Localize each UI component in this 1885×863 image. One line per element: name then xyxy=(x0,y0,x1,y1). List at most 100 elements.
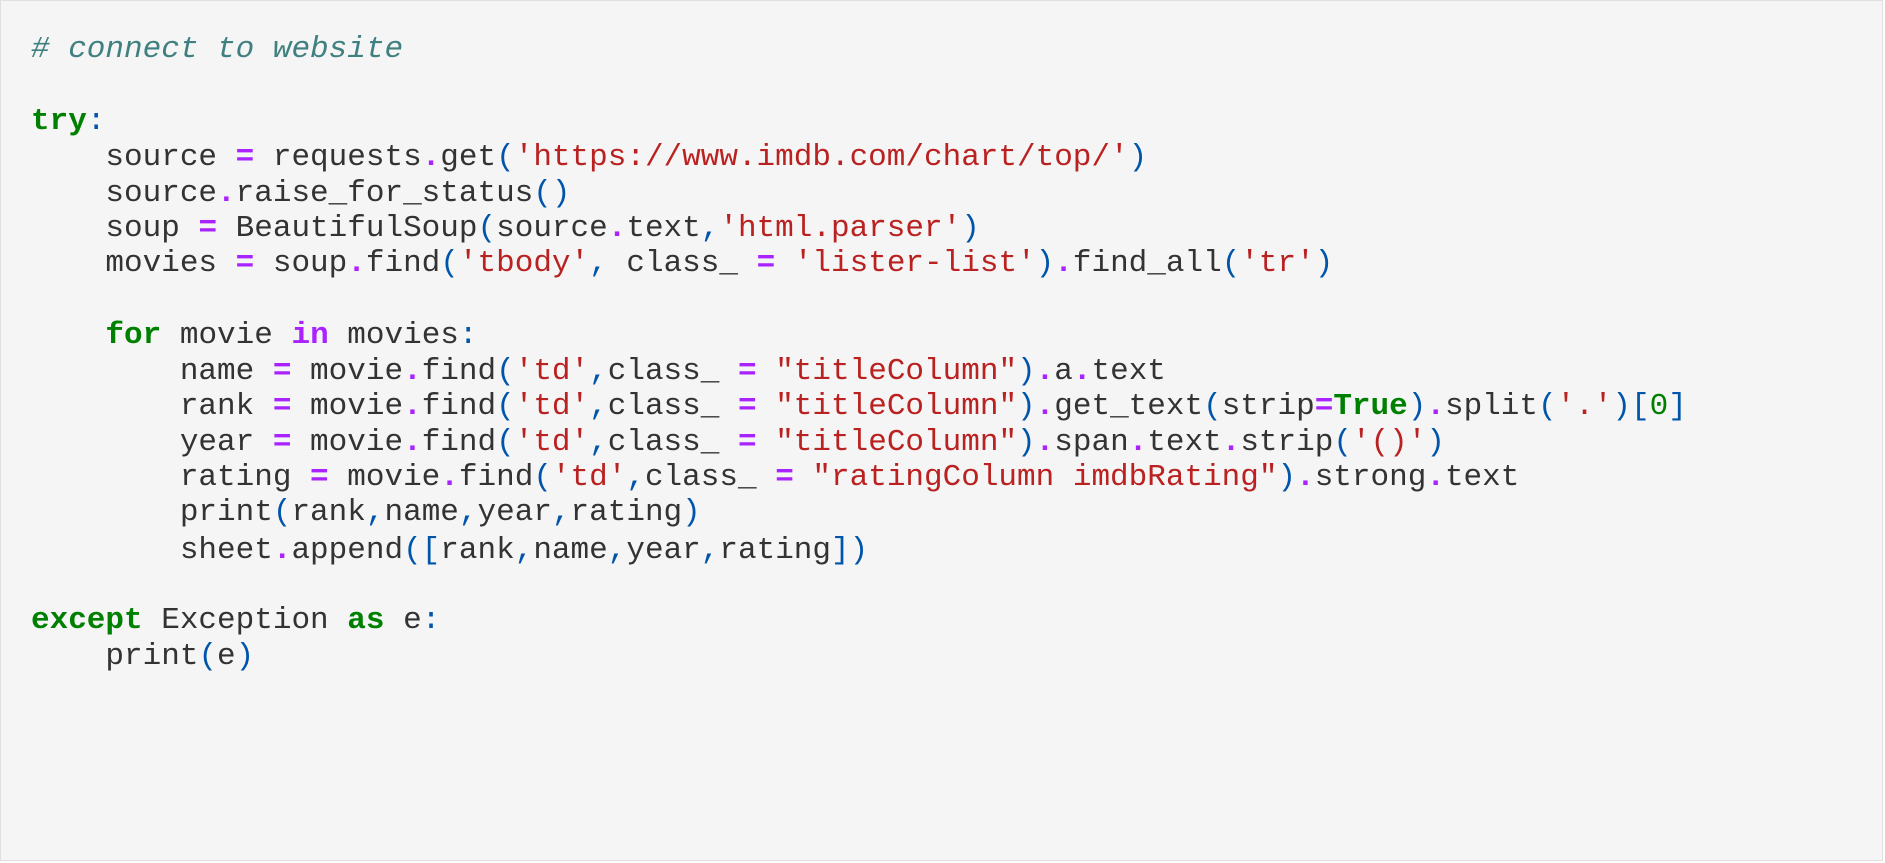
operator-token: . xyxy=(421,140,441,175)
identifier-token: rank xyxy=(291,495,366,530)
identifier-token: source xyxy=(31,140,236,175)
punctuation-token: ([ xyxy=(403,533,441,568)
identifier-token: rating xyxy=(570,495,683,530)
identifier-token: a xyxy=(1054,354,1073,389)
identifier-token: strip xyxy=(1240,425,1334,460)
identifier-token: strip xyxy=(1221,389,1315,424)
identifier-token: class_ xyxy=(644,460,776,495)
punctuation-token: , xyxy=(607,533,627,568)
operator-token: = xyxy=(310,460,329,495)
string-token: 'td' xyxy=(514,354,590,389)
keyword-token: as xyxy=(347,603,385,638)
code-line: movies = soup.find('tbody', class_ = 'li… xyxy=(31,243,1333,285)
string-token: 'tr' xyxy=(1240,246,1315,281)
identifier-token xyxy=(757,354,776,389)
punctuation-token: ( xyxy=(272,495,292,530)
punctuation-token: ) xyxy=(1017,354,1036,389)
punctuation-token: : xyxy=(421,603,441,638)
string-token: "titleColumn" xyxy=(775,354,1018,389)
string-token: 'lister-list' xyxy=(793,246,1036,281)
operator-token: = xyxy=(737,425,757,460)
identifier-token: name xyxy=(533,533,608,568)
operator-token: . xyxy=(1035,425,1055,460)
punctuation-token: ( xyxy=(477,211,497,246)
punctuation-token: , xyxy=(700,533,720,568)
identifier-token: class_ xyxy=(607,425,738,460)
punctuation-token: ) xyxy=(1426,425,1445,460)
punctuation-token: , xyxy=(589,425,608,460)
identifier-token: find xyxy=(421,425,497,460)
identifier-token: class_ xyxy=(626,246,757,281)
operator-token: . xyxy=(440,460,459,495)
operator-token: . xyxy=(1054,246,1073,281)
string-token: "titleColumn" xyxy=(775,425,1018,460)
identifier-token: raise_for_status xyxy=(235,176,534,211)
identifier-token: print xyxy=(31,495,273,530)
identifier-token: strong xyxy=(1314,460,1427,495)
identifier-token: sheet xyxy=(31,533,273,568)
punctuation-token: , xyxy=(700,211,720,246)
operator-token: . xyxy=(1035,389,1055,424)
keyword-token: try xyxy=(31,104,87,139)
identifier-token: year xyxy=(626,533,701,568)
identifier-token: movie xyxy=(291,425,404,460)
punctuation-token: ) xyxy=(235,639,255,674)
punctuation-token: ( xyxy=(496,140,515,175)
identifier-token: rank xyxy=(440,533,515,568)
identifier-token: movie xyxy=(291,389,404,424)
code-line: print(e) xyxy=(31,636,254,678)
punctuation-token: )[ xyxy=(1612,389,1650,424)
punctuation-token: ]) xyxy=(831,533,869,568)
identifier-token: movie xyxy=(328,460,441,495)
string-token: 'html.parser' xyxy=(719,211,962,246)
identifier-token: movie xyxy=(291,354,404,389)
string-token: "titleColumn" xyxy=(775,389,1018,424)
number-token: 0 xyxy=(1649,389,1669,424)
code-cell[interactable]: # connect to website try: source = reques… xyxy=(0,0,1883,861)
operator-token: . xyxy=(1221,425,1241,460)
identifier-token: class_ xyxy=(607,389,738,424)
operator-token: . xyxy=(1035,354,1055,389)
identifier-token: source xyxy=(31,176,218,211)
code-line: # connect to website xyxy=(31,29,403,71)
keyword-token: for xyxy=(105,318,162,353)
identifier-token: rating xyxy=(31,460,311,495)
identifier-token xyxy=(794,460,813,495)
identifier-token: year xyxy=(31,425,273,460)
identifier-token: text xyxy=(1444,460,1520,495)
operator-token: . xyxy=(403,425,422,460)
identifier-token: find xyxy=(458,460,534,495)
identifier-token xyxy=(757,389,776,424)
punctuation-token: ( xyxy=(496,389,515,424)
identifier-token: text xyxy=(1147,425,1222,460)
operator-token: = xyxy=(272,389,292,424)
punctuation-token: ) xyxy=(1277,460,1297,495)
identifier-token xyxy=(775,246,794,281)
identifier-token: name xyxy=(31,354,273,389)
keyword-token: in xyxy=(291,318,329,353)
identifier-token: rank xyxy=(31,389,273,424)
identifier-token: source xyxy=(496,211,608,246)
identifier-token: requests xyxy=(254,140,422,175)
identifier-token: movies xyxy=(328,318,459,353)
punctuation-token: ( xyxy=(1203,389,1222,424)
punctuation-token: ( xyxy=(1333,425,1352,460)
code-line: print(rank,name,year,rating) xyxy=(31,492,701,534)
identifier-token: year xyxy=(477,495,552,530)
operator-token: . xyxy=(403,354,422,389)
identifier-token: span xyxy=(1054,425,1129,460)
identifier-token: e xyxy=(384,603,422,638)
operator-token: . xyxy=(1128,425,1148,460)
identifier-token: text xyxy=(1091,354,1166,389)
string-token: "ratingColumn imdbRating" xyxy=(812,460,1278,495)
operator-token: . xyxy=(272,533,292,568)
punctuation-token: , xyxy=(589,354,608,389)
punctuation-token: , xyxy=(458,495,478,530)
code-line: sheet.append([rank,name,year,rating]) xyxy=(31,530,868,572)
operator-token: . xyxy=(1426,389,1445,424)
identifier-token: print xyxy=(31,639,199,674)
identifier-token: e xyxy=(217,639,236,674)
string-token: 'https://www.imdb.com/chart/top/' xyxy=(514,140,1129,175)
operator-token: = xyxy=(235,140,255,175)
identifier-token: get xyxy=(440,140,497,175)
